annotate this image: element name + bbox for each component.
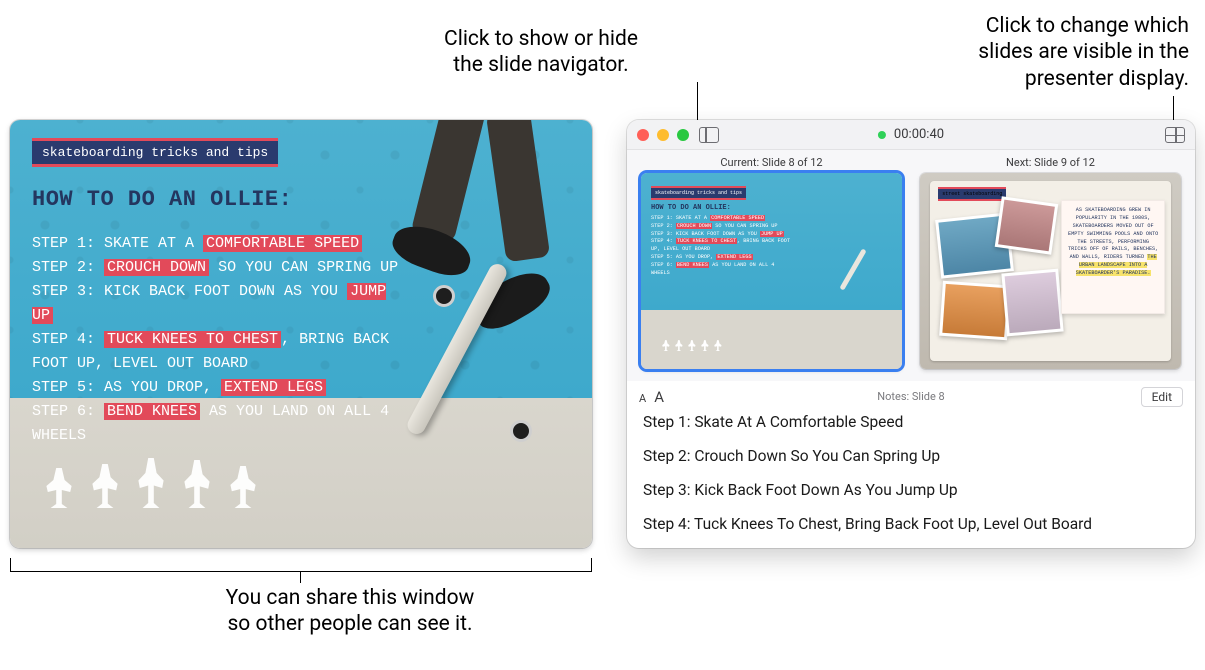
slide-step: STEP 2: CROUCH DOWN SO YOU CAN SPRING UP	[32, 256, 412, 280]
slide-title: HOW TO DO AN OLLIE:	[32, 187, 570, 212]
presenter-notes[interactable]: Step 1: Skate At A Comfortable Speed Step…	[627, 409, 1195, 548]
next-slide-thumbnail[interactable]: street skateboarding AS SKATEBOARDING GR…	[920, 173, 1181, 369]
minimize-button[interactable]	[657, 129, 669, 141]
live-indicator-icon	[878, 131, 886, 139]
slide-thumbnails: Current: Slide 8 of 12 skateboarding tri…	[627, 150, 1195, 381]
presenter-display-window: 00:00:40 Current: Slide 8 of 12 skateboa…	[627, 120, 1195, 548]
next-slide-label: Next: Slide 9 of 12	[1006, 156, 1095, 169]
presenter-note-line: Step 2: Crouch Down So You Can Spring Up	[643, 447, 1179, 465]
current-slide-label: Current: Slide 8 of 12	[720, 156, 822, 169]
presenter-note-line: Step 4: Tuck Knees To Chest, Bring Back …	[643, 515, 1179, 533]
share-bracket-stem	[300, 571, 301, 583]
callout-share: You can share this window so other peopl…	[150, 585, 550, 638]
slide-step: STEP 1: SKATE AT A COMFORTABLE SPEED	[32, 232, 412, 256]
window-controls[interactable]	[637, 129, 689, 141]
titlebar: 00:00:40	[627, 120, 1195, 150]
slide-step: STEP 4: TUCK KNEES TO CHEST, BRING BACK …	[32, 328, 412, 376]
next-mini-badge: street skateboarding	[938, 187, 1006, 201]
notes-header: Notes: Slide 8	[877, 390, 944, 403]
slide-steps: STEP 1: SKATE AT A COMFORTABLE SPEEDSTEP…	[32, 232, 412, 448]
presenter-layout-toggle-icon[interactable]	[1165, 127, 1185, 143]
timer-value: 00:00:40	[894, 127, 944, 142]
notes-toolbar: A A Notes: Slide 8 Edit	[627, 381, 1195, 409]
slide-badge: skateboarding tricks and tips	[32, 138, 278, 167]
close-button[interactable]	[637, 129, 649, 141]
silhouette-row	[45, 458, 257, 508]
edit-notes-button[interactable]: Edit	[1141, 387, 1183, 407]
callout-sidebar: Click to show or hide the slide navigato…	[421, 26, 661, 79]
presenter-note-line: Step 1: Skate At A Comfortable Speed	[643, 413, 1179, 431]
presentation-timer[interactable]: 00:00:40	[878, 127, 944, 142]
slide-step: STEP 6: BEND KNEES AS YOU LAND ON ALL 4 …	[32, 400, 412, 448]
mini-badge: skateboarding tricks and tips	[651, 186, 746, 200]
increase-text-button[interactable]: A	[654, 388, 664, 406]
mini-steps: STEP 1: SKATE AT A COMFORTABLE SPEEDSTEP…	[651, 215, 796, 277]
decrease-text-button[interactable]: A	[639, 392, 646, 405]
slide-navigator-toggle-icon[interactable]	[699, 127, 719, 143]
presentation-window[interactable]: skateboarding tricks and tips HOW TO DO …	[10, 120, 592, 548]
current-slide-thumbnail[interactable]: skateboarding tricks and tips HOW TO DO …	[641, 173, 902, 369]
callout-layout: Click to change which slides are visible…	[859, 13, 1189, 92]
slide-step: STEP 5: AS YOU DROP, EXTEND LEGS	[32, 376, 412, 400]
zoom-button[interactable]	[677, 129, 689, 141]
presenter-note-line: Step 3: Kick Back Foot Down As You Jump …	[643, 481, 1179, 499]
mini-title: HOW TO DO AN OLLIE:	[651, 204, 892, 212]
next-slide-text: AS SKATEBOARDING GREW IN POPULARITY IN T…	[1061, 200, 1165, 314]
slide-step: STEP 3: KICK BACK FOOT DOWN AS YOU JUMP …	[32, 280, 412, 328]
share-bracket	[10, 558, 592, 572]
